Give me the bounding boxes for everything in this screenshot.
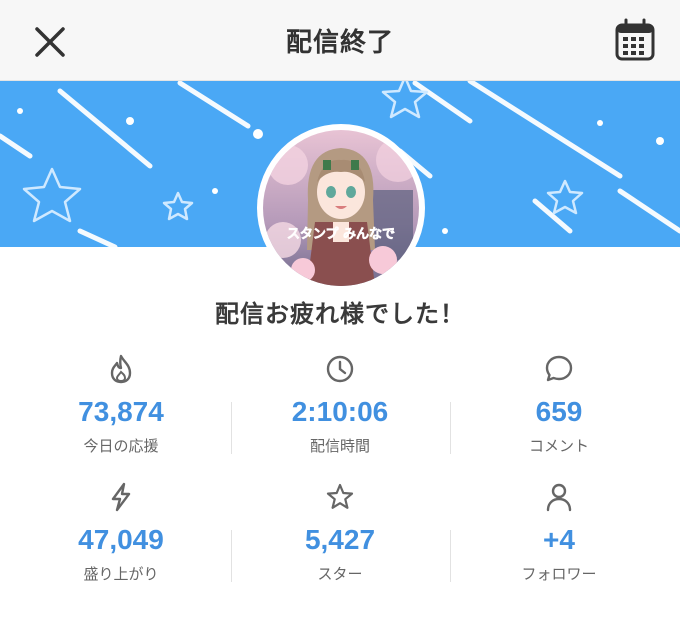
- avatar-image: スタンプ みんなで: [263, 130, 419, 286]
- stat-followers: +4 フォロワー: [450, 476, 668, 604]
- thanks-message: 配信お疲れ様でした！: [215, 300, 465, 328]
- avatar-art-text: スタンプ みんなで: [287, 227, 395, 242]
- stat-value: 659: [535, 396, 583, 427]
- stat-value: 5,427: [304, 524, 376, 555]
- stat-excitement: 47,049 盛り上がり: [12, 476, 230, 604]
- flame-icon: [110, 354, 132, 384]
- top-bar: 配信終了: [0, 0, 680, 81]
- stat-stream-time: 2:10:06 配信時間: [231, 348, 449, 476]
- stat-value: 2:10:06: [291, 396, 389, 427]
- lightning-icon: [111, 482, 131, 512]
- stat-label: フォロワー: [521, 565, 597, 583]
- star-icon: [326, 483, 354, 509]
- speech-bubble-icon: [545, 355, 573, 382]
- stat-label: スター: [317, 565, 363, 583]
- stats-row: 47,049 盛り上がり 5,427 スター +4 フォロワー: [12, 476, 668, 604]
- stat-label: 今日の応援: [83, 437, 159, 455]
- stat-label: コメント: [528, 437, 589, 455]
- stat-label: 配信時間: [309, 437, 370, 455]
- person-icon: [546, 483, 572, 512]
- stat-comments: 659 コメント: [450, 348, 668, 476]
- stats-row: 73,874 今日の応援 2:10:06 配信時間 659 コメント: [12, 348, 668, 476]
- page-title: 配信終了: [285, 28, 394, 58]
- calendar-button[interactable]: [614, 18, 656, 62]
- calendar-icon: [615, 18, 655, 61]
- stat-value: +4: [543, 524, 575, 555]
- stat-label: 盛り上がり: [83, 565, 159, 583]
- stat-daily-support: 73,874 今日の応援: [12, 348, 230, 476]
- stat-stars: 5,427 スター: [231, 476, 449, 604]
- clock-icon: [326, 355, 354, 383]
- stat-value: 73,874: [78, 396, 164, 427]
- stat-value: 47,049: [78, 524, 164, 555]
- avatar: スタンプ みんなで: [257, 124, 425, 292]
- stats-grid: 73,874 今日の応援 2:10:06 配信時間 659 コメント 47,04…: [12, 348, 668, 604]
